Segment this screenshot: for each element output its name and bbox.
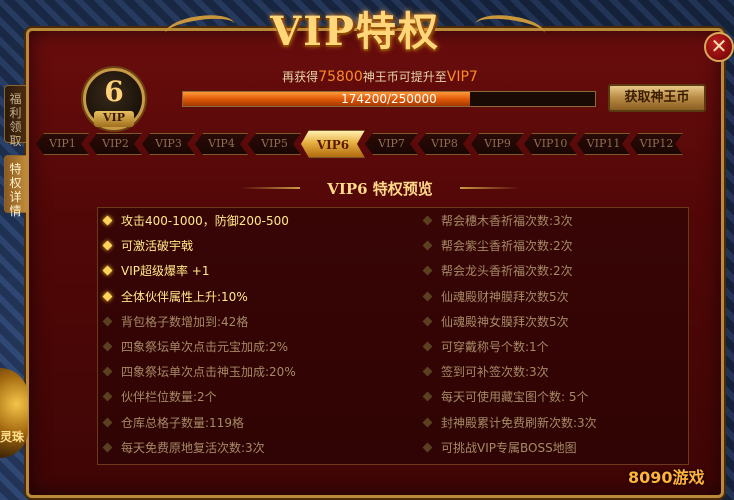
site-watermark: 8090游戏 [628, 468, 705, 487]
privilege-item: 封神殿累计免费刷新次数:3次 [422, 410, 724, 435]
vip-tab-4[interactable]: VIP4 [195, 133, 248, 155]
vip-tab-7[interactable]: VIP7 [365, 133, 418, 155]
vip-tab-3[interactable]: VIP3 [142, 133, 195, 155]
vip-tab-2[interactable]: VIP2 [89, 133, 142, 155]
spirit-orb-label: 灵珠 [0, 430, 25, 444]
vip-tab-11[interactable]: VIP11 [577, 133, 630, 155]
title-divider-left [240, 187, 300, 189]
privilege-text: 仙魂殿神女膜拜次数5次 [441, 314, 569, 329]
get-currency-button[interactable]: 获取神王币 [608, 84, 706, 112]
privilege-text: VIP超级爆率 +1 [121, 264, 210, 279]
privilege-text: 帮会穗木香祈福次数:3次 [441, 214, 573, 229]
upgrade-hint-prefix: 再获得 [282, 70, 319, 84]
diamond-bullet-icon [422, 391, 433, 402]
diamond-bullet-icon [102, 215, 113, 226]
privilege-text: 仓库总格子数量:119格 [121, 415, 244, 430]
privilege-text: 攻击400-1000，防御200-500 [121, 214, 289, 229]
privilege-item: 签到可补签次数:3次 [422, 359, 724, 384]
privilege-item: 四象祭坛单次点击神玉加成:20% [102, 359, 404, 384]
diamond-bullet-icon [422, 240, 433, 251]
privilege-item: 全体伙伴属性上升:10% [102, 284, 404, 309]
diamond-bullet-icon [102, 417, 113, 428]
privilege-text: 可挑战VIP专属BOSS地图 [441, 440, 577, 455]
diamond-bullet-icon [422, 291, 433, 302]
privilege-text: 四象祭坛单次点击元宝加成:2% [121, 340, 289, 355]
privileges-list: 攻击400-1000，防御200-500 可激活破宇戟 VIP超级爆率 +1 全体伙伴… [97, 207, 689, 465]
diamond-bullet-icon [422, 417, 433, 428]
upgrade-amount: 75800 [318, 69, 363, 85]
diamond-bullet-icon [422, 215, 433, 226]
privilege-item: 四象祭坛单次点击元宝加成:2% [102, 334, 404, 359]
privilege-item: 仓库总格子数量:119格 [102, 410, 404, 435]
privileges-right-column: 帮会穗木香祈福次数:3次 帮会紫尘香祈福次数:2次 帮会龙头香祈福次数:2次 仙魂殿财… [422, 208, 724, 460]
vip-tab-9[interactable]: VIP9 [471, 133, 524, 155]
diamond-bullet-icon [102, 366, 113, 377]
privileges-left-column: 攻击400-1000，防御200-500 可激活破宇戟 VIP超级爆率 +1 全体伙伴… [102, 208, 404, 460]
diamond-bullet-icon [102, 442, 113, 453]
upgrade-target: VIP7 [446, 69, 478, 85]
side-tab-welfare[interactable]: 福利领取 [4, 85, 26, 148]
upgrade-hint: 再获得75800神王币可提升至VIP7 [230, 68, 530, 85]
title-divider-right [460, 187, 520, 189]
vip-level-tabs: VIP1 VIP2 VIP3 VIP4 VIP5 VIP6 VIP7 VIP8 VIP9 VIP1… [36, 133, 718, 157]
vip-tab-10[interactable]: VIP10 [524, 133, 577, 155]
vip-progress-bar: 174200/250000 [182, 91, 596, 107]
vip-tab-5[interactable]: VIP5 [248, 133, 301, 155]
diamond-bullet-icon [422, 366, 433, 377]
privilege-item: 可穿戴称号个数:1个 [422, 334, 724, 359]
diamond-bullet-icon [422, 316, 433, 327]
vip-tab-1[interactable]: VIP1 [36, 133, 89, 155]
privilege-item: 仙魂殿财神膜拜次数5次 [422, 284, 724, 309]
privilege-item: 每天免费原地复活次数:3次 [102, 435, 404, 460]
vip-level-badge: 6 VIP [83, 68, 145, 130]
title-banner: VIP特权 [163, 0, 547, 56]
privilege-item: 可挑战VIP专属BOSS地图 [422, 435, 724, 460]
privilege-text: 可穿戴称号个数:1个 [441, 340, 549, 355]
diamond-bullet-icon [422, 442, 433, 453]
privilege-text: 四象祭坛单次点击神玉加成:20% [121, 365, 296, 380]
diamond-bullet-icon [102, 391, 113, 402]
privilege-text: 封神殿累计免费刷新次数:3次 [441, 415, 597, 430]
privilege-item: VIP超级爆率 +1 [102, 258, 404, 283]
panel-title: VIP特权 [270, 8, 440, 55]
vip-progress-label: 174200/250000 [341, 92, 437, 106]
privilege-text: 可激活破宇戟 [121, 239, 194, 254]
privilege-text: 帮会龙头香祈福次数:2次 [441, 264, 573, 279]
close-button[interactable]: ✕ [704, 32, 734, 62]
privilege-text: 背包格子数增加到:42格 [121, 314, 249, 329]
diamond-bullet-icon [422, 266, 433, 276]
privilege-item: 帮会紫尘香祈福次数:2次 [422, 233, 724, 258]
vip-level-number: 6 [104, 75, 124, 108]
upgrade-hint-middle: 神王币可提升至 [362, 70, 447, 84]
privilege-text: 每天免费原地复活次数:3次 [121, 440, 265, 455]
privilege-text: 帮会紫尘香祈福次数:2次 [441, 239, 573, 254]
privilege-item: 仙魂殿神女膜拜次数5次 [422, 309, 724, 334]
privilege-text: 每天可使用藏宝图个数: 5个 [441, 390, 589, 405]
privilege-text: 全体伙伴属性上升:10% [121, 289, 248, 304]
side-tab-privileges[interactable]: 特权详情 [4, 155, 26, 218]
vip-badge-label: VIP [94, 111, 134, 127]
privilege-text: 仙魂殿财神膜拜次数5次 [441, 289, 569, 304]
privilege-text: 伙伴栏位数量:2个 [121, 390, 217, 405]
privilege-item: 伙伴栏位数量:2个 [102, 384, 404, 409]
diamond-bullet-icon [102, 240, 113, 251]
section-title: VIP6 特权预览 [327, 180, 433, 198]
vip-tab-8[interactable]: VIP8 [418, 133, 471, 155]
diamond-bullet-icon [102, 341, 113, 352]
privilege-text: 签到可补签次数:3次 [441, 365, 549, 380]
vip-tab-6[interactable]: VIP6 [301, 130, 365, 158]
privilege-item: 背包格子数增加到:42格 [102, 309, 404, 334]
diamond-bullet-icon [102, 266, 113, 276]
privilege-item: 帮会穗木香祈福次数:3次 [422, 208, 724, 233]
privilege-item: 可激活破宇戟 [102, 233, 404, 258]
vip-tab-12[interactable]: VIP12 [630, 133, 683, 155]
privilege-item: 每天可使用藏宝图个数: 5个 [422, 384, 724, 409]
privilege-item: 攻击400-1000，防御200-500 [102, 208, 404, 233]
diamond-bullet-icon [102, 316, 113, 327]
diamond-bullet-icon [102, 291, 113, 302]
privilege-item: 帮会龙头香祈福次数:2次 [422, 258, 724, 283]
diamond-bullet-icon [422, 341, 433, 352]
